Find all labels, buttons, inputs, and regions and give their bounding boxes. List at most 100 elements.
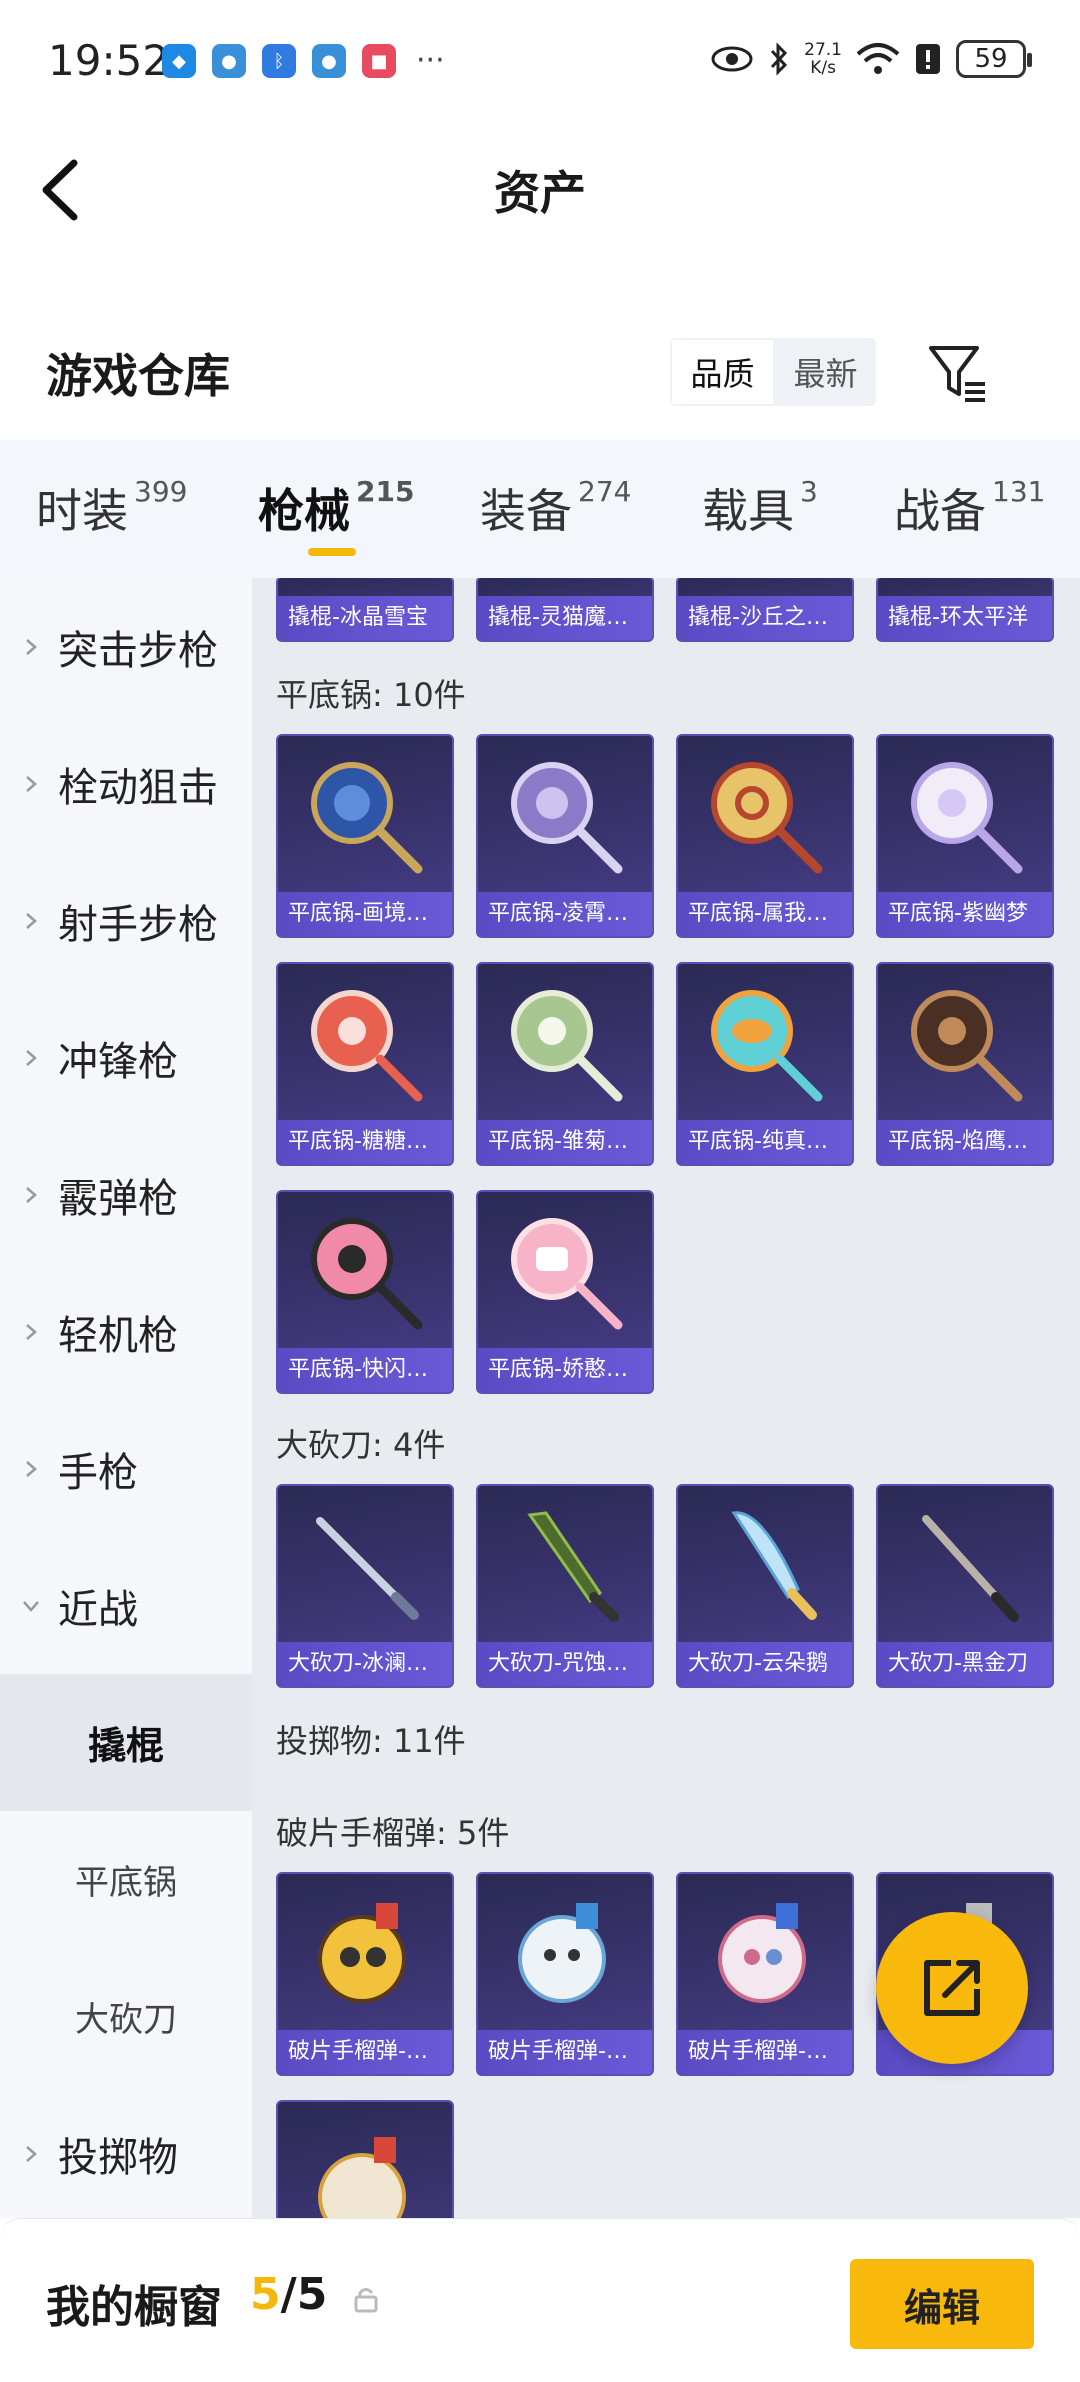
item-card[interactable]: 平底锅-凌霄… — [476, 734, 654, 938]
tab-label: 时装 — [36, 484, 128, 538]
grenade-image — [278, 1874, 452, 2034]
item-card[interactable]: 平底锅-焰鹰… — [876, 962, 1054, 1166]
item-card[interactable]: 平底锅-糖糖… — [276, 962, 454, 1166]
item-card-label: 大砍刀-冰澜… — [278, 1642, 452, 1686]
item-card[interactable]: 撬棍-灵猫魔… — [476, 578, 654, 642]
status-bar: 19:52 ◆ ● ᛒ ● ■ ··· 27.1 K/s 59 — [0, 0, 1080, 125]
sidebar-item-pan[interactable]: 平底锅 — [0, 1811, 252, 1948]
item-card[interactable]: 大砍刀-咒蚀… — [476, 1484, 654, 1688]
share-button[interactable] — [876, 1912, 1028, 2064]
machete-image — [678, 1486, 852, 1646]
item-card-label: 破片手榴弹-… — [478, 2030, 652, 2074]
pan-image — [278, 736, 452, 896]
sidebar-item-label: 射手步枪 — [58, 901, 218, 948]
item-card-label: 撬棍-环太平洋 — [878, 596, 1052, 640]
sidebar-item-crowbar[interactable]: 撬棍 — [0, 1674, 252, 1811]
item-card[interactable] — [276, 2100, 454, 2218]
pan-image — [878, 736, 1052, 896]
item-card-label: 大砍刀-咒蚀… — [478, 1642, 652, 1686]
status-indicators: 27.1 K/s 59 — [710, 40, 1032, 78]
item-card-label: 平底锅-焰鹰… — [878, 1120, 1052, 1164]
sidebar-item-melee[interactable]: 近战 — [0, 1537, 252, 1674]
sort-latest-button[interactable]: 最新 — [775, 338, 876, 406]
pan-image — [278, 964, 452, 1124]
sidebar-item-label: 栓动狙击 — [58, 764, 218, 811]
grenade-icon — [318, 1903, 406, 2003]
weapon-type-sidebar: 突击步枪 栓动狙击 射手步枪 冲锋枪 霰弹枪 轻机枪 手枪 近战 撬棍 平底锅 … — [0, 578, 252, 2218]
item-card[interactable]: 平底锅-纯真… — [676, 962, 854, 1166]
active-tab-indicator — [308, 548, 356, 556]
item-card[interactable]: 撬棍-冰晶雪宝 — [276, 578, 454, 642]
tab-equipment[interactable]: 装备 274 — [480, 475, 631, 541]
machete-icon — [316, 1517, 419, 1620]
item-card[interactable]: 大砍刀-黑金刀 — [876, 1484, 1054, 1688]
item-card[interactable]: 破片手榴弹-… — [276, 1872, 454, 2076]
sidebar-item-label: 平底锅 — [75, 1863, 177, 1903]
frying-pan-icon — [911, 762, 1023, 874]
filter-icon[interactable] — [925, 340, 991, 406]
item-card[interactable]: 平底锅-雏菊… — [476, 962, 654, 1166]
item-card[interactable]: 大砍刀-云朵鹅 — [676, 1484, 854, 1688]
grenade-image — [478, 1874, 652, 2034]
sidebar-item-lmg[interactable]: 轻机枪 — [0, 1263, 252, 1400]
tab-firearms[interactable]: 枪械 215 — [258, 475, 414, 541]
sidebar-item-label: 大砍刀 — [75, 2000, 177, 2040]
item-card[interactable]: 平底锅-快闪… — [276, 1190, 454, 1394]
item-card-label: 平底锅-画境… — [278, 892, 452, 936]
item-card[interactable]: 平底锅-属我… — [676, 734, 854, 938]
bluetooth-icon — [771, 42, 788, 76]
sidebar-item-marksman[interactable]: 射手步枪 — [0, 852, 252, 989]
tab-count: 274 — [578, 475, 632, 508]
item-card-label: 平底锅-糖糖… — [278, 1120, 452, 1164]
item-card-label: 平底锅-雏菊… — [478, 1120, 652, 1164]
machete-image — [278, 1486, 452, 1646]
grenade-icon — [518, 1903, 606, 2003]
item-card[interactable]: 大砍刀-冰澜… — [276, 1484, 454, 1688]
sidebar-item-label: 手枪 — [58, 1449, 138, 1496]
share-icon — [924, 1960, 980, 2016]
item-card-label: 撬棍-冰晶雪宝 — [278, 596, 452, 640]
item-card-label: 平底锅-娇憨… — [478, 1348, 652, 1392]
sidebar-item-assault-rifle[interactable]: 突击步枪 — [0, 578, 252, 715]
group-label-frag-grenade: 破片手榴弹: 5件 — [276, 1814, 510, 1852]
sidebar-item-shotgun[interactable]: 霰弹枪 — [0, 1126, 252, 1263]
chevron-right-icon — [26, 638, 37, 655]
sidebar-item-throwables[interactable]: 投掷物 — [0, 2085, 252, 2218]
frying-pan-icon — [511, 990, 623, 1102]
tab-label: 载具 — [702, 484, 794, 538]
item-card[interactable]: 平底锅-娇憨… — [476, 1190, 654, 1394]
showcase-bar: 我的橱窗 5/5 编辑 — [0, 2218, 1080, 2382]
battery-indicator: 59 — [956, 40, 1032, 78]
tab-label: 战备 — [894, 484, 986, 538]
tab-count: 3 — [800, 475, 818, 508]
sidebar-item-bolt-sniper[interactable]: 栓动狙击 — [0, 715, 252, 852]
tab-fashion[interactable]: 时装 399 — [36, 475, 187, 541]
item-card-label: 平底锅-纯真… — [678, 1120, 852, 1164]
sort-quality-button[interactable]: 品质 — [670, 338, 775, 406]
sidebar-item-smg[interactable]: 冲锋枪 — [0, 989, 252, 1126]
sidebar-item-machete[interactable]: 大砍刀 — [0, 1948, 252, 2085]
status-app-icons: ◆ ● ᛒ ● ■ ··· — [162, 44, 445, 78]
page-title: 资产 — [494, 166, 586, 220]
sidebar-item-pistol[interactable]: 手枪 — [0, 1400, 252, 1537]
tab-label: 枪械 — [258, 484, 350, 538]
edit-button[interactable]: 编辑 — [850, 2259, 1034, 2349]
sidebar-item-label: 冲锋枪 — [58, 1038, 178, 1085]
chevron-right-icon — [26, 912, 37, 929]
tab-supplies[interactable]: 战备 131 — [894, 475, 1045, 541]
item-card[interactable]: 撬棍-沙丘之… — [676, 578, 854, 642]
shopping-bag-icon: ■ — [362, 44, 396, 78]
item-card[interactable]: 破片手榴弹-… — [476, 1872, 654, 2076]
frying-pan-icon — [911, 990, 1023, 1102]
tab-vehicles[interactable]: 载具 3 — [702, 475, 818, 541]
item-card[interactable]: 撬棍-环太平洋 — [876, 578, 1054, 642]
chevron-right-icon — [26, 1049, 37, 1066]
machete-image — [878, 1486, 1052, 1646]
item-card[interactable]: 破片手榴弹-… — [676, 1872, 854, 2076]
shield-icon: ◆ — [162, 44, 196, 78]
item-card[interactable]: 平底锅-画境… — [276, 734, 454, 938]
item-card[interactable]: 平底锅-紫幽梦 — [876, 734, 1054, 938]
item-card-label: 平底锅-凌霄… — [478, 892, 652, 936]
item-card-label: 平底锅-紫幽梦 — [878, 892, 1052, 936]
item-card-label: 平底锅-属我… — [678, 892, 852, 936]
